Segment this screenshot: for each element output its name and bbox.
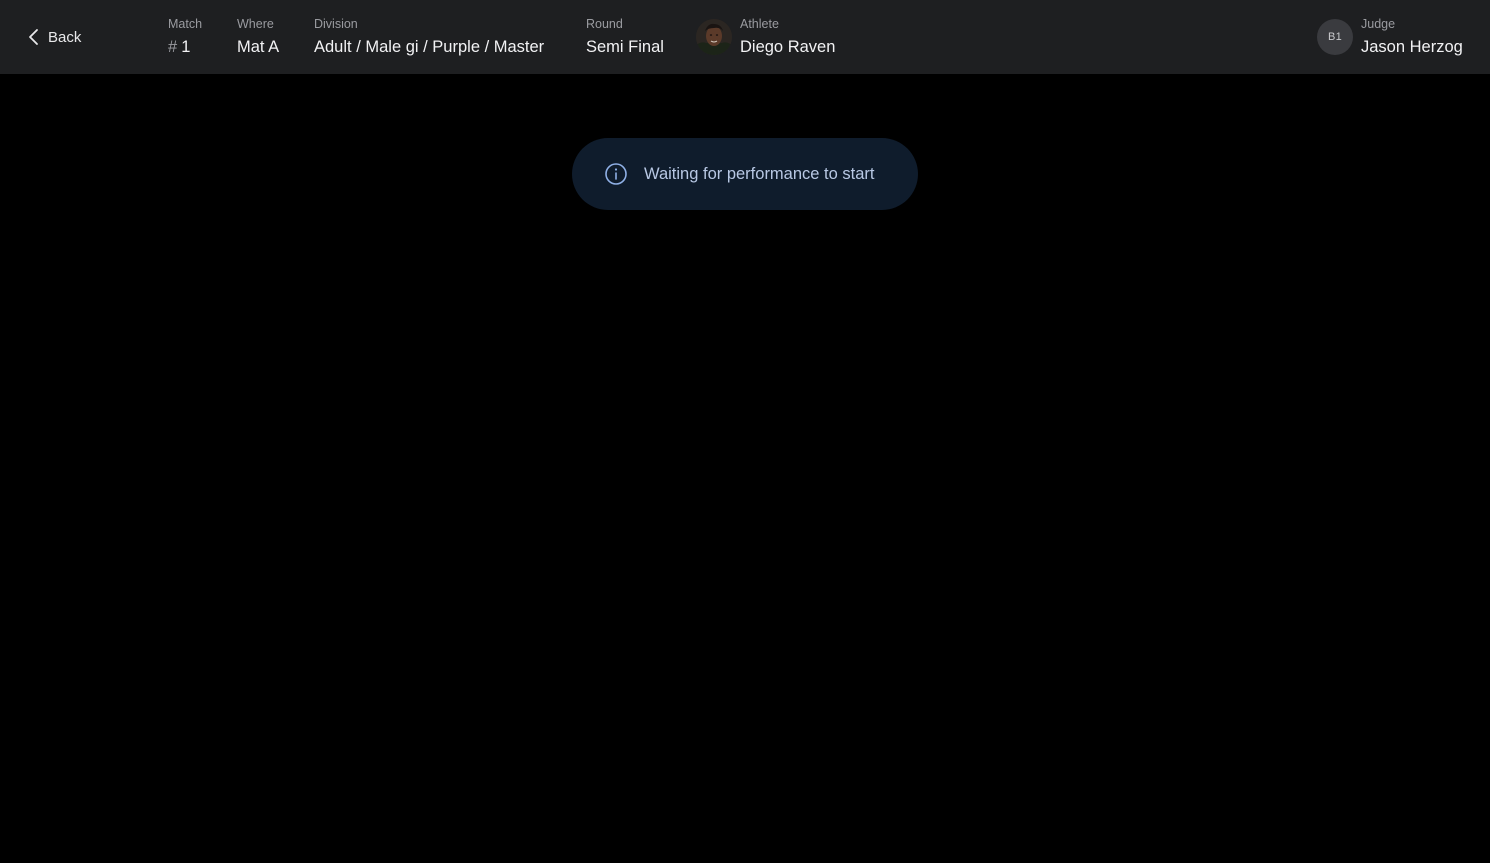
athlete-label: Athlete: [740, 17, 779, 31]
status-banner: Waiting for performance to start: [572, 138, 918, 210]
chevron-left-icon: [29, 29, 38, 45]
athlete-photo: [696, 19, 732, 55]
athlete-field: Athlete Diego Raven: [740, 16, 835, 57]
division-label: Division: [314, 17, 358, 31]
judge-name: Jason Herzog: [1361, 38, 1463, 56]
where-field: Where Mat A: [237, 16, 279, 57]
match-label: Match: [168, 17, 203, 31]
match-number: 1: [181, 38, 191, 56]
judge-label: Judge: [1361, 17, 1396, 31]
status-message: Waiting for performance to start: [644, 164, 875, 183]
division-field: Division Adult / Male gi / Purple / Mast…: [314, 16, 544, 57]
match-hash: #: [168, 38, 178, 56]
info-icon: [605, 163, 627, 185]
round-field: Round Semi Final: [586, 16, 664, 57]
division-value: Adult / Male gi / Purple / Master: [314, 38, 545, 56]
back-label: Back: [48, 28, 82, 46]
where-label: Where: [237, 17, 274, 31]
judge-field: Judge Jason Herzog: [1361, 16, 1463, 57]
round-label: Round: [586, 17, 623, 31]
back-button[interactable]: Back: [26, 25, 81, 49]
where-value: Mat A: [237, 38, 280, 56]
athlete-name: Diego Raven: [740, 38, 836, 56]
top-bar: Back Match #1 Where Mat A Division Adult…: [0, 0, 1490, 74]
round-value: Semi Final: [586, 38, 664, 56]
match-field: Match #1: [168, 16, 202, 57]
athlete-avatar: [696, 19, 732, 55]
judge-avatar: B1: [1317, 19, 1353, 55]
match-value: #1: [168, 37, 202, 57]
